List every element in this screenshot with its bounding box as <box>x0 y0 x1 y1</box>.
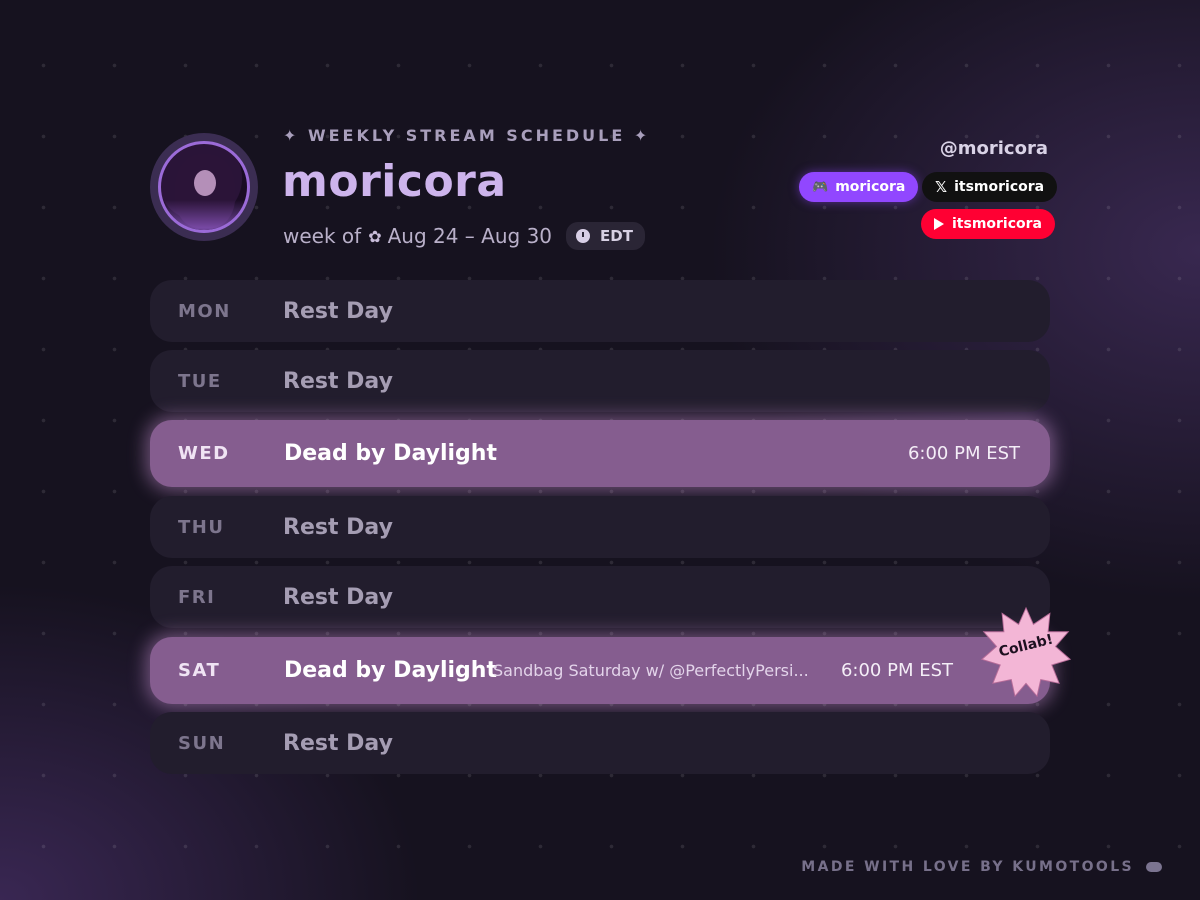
schedule-row-sat: SAT Dead by Daylight Sandbag Saturday w/… <box>150 637 1050 704</box>
day-label: THU <box>178 516 225 538</box>
week-info: week of ✿ Aug 24 – Aug 30 EDT <box>283 222 645 250</box>
stream-time: 6:00 PM EST <box>840 660 953 681</box>
youtube-link[interactable]: itsmoricora <box>921 209 1056 239</box>
day-label: SUN <box>178 732 226 754</box>
cloud-icon <box>1146 862 1162 872</box>
twitch-username: moricora <box>835 179 906 195</box>
youtube-play-icon <box>934 218 944 230</box>
schedule-row-wed: WED Dead by Daylight 6:00 PM EST <box>150 420 1050 487</box>
avatar <box>158 141 250 233</box>
clock-icon <box>576 229 591 243</box>
stream-note: Sandbag Saturday w/ @PerfectlyPersi... <box>493 661 809 680</box>
day-label: TUE <box>178 370 222 392</box>
week-prefix: week of <box>283 224 362 248</box>
day-label: WED <box>178 443 230 464</box>
avatar-ring <box>150 133 258 241</box>
x-link[interactable]: 𝕏 itsmoricora <box>922 172 1058 202</box>
schedule-row-fri: FRI Rest Day <box>150 566 1050 628</box>
stream-title: Rest Day <box>283 514 393 540</box>
stream-title: Dead by Daylight <box>284 658 497 683</box>
timezone-badge: EDT <box>566 222 645 250</box>
x-username: itsmoricora <box>954 179 1045 195</box>
day-label: FRI <box>178 586 216 608</box>
twitch-icon: 🎮 <box>812 179 829 195</box>
x-icon: 𝕏 <box>935 178 948 196</box>
youtube-username: itsmoricora <box>952 216 1043 232</box>
footer-credit: MADE WITH LOVE BY KUMOTOOLS <box>801 859 1134 875</box>
stream-title: Rest Day <box>283 584 393 610</box>
schedule-row-thu: THU Rest Day <box>150 496 1050 558</box>
timezone-label: EDT <box>600 227 633 245</box>
schedule-subtitle: ✦ WEEKLY STREAM SCHEDULE ✦ <box>283 126 651 145</box>
schedule-row-sun: SUN Rest Day <box>150 712 1050 774</box>
social-handle: @moricora <box>939 138 1048 159</box>
week-range: Aug 24 – Aug 30 <box>387 224 553 248</box>
day-label: MON <box>178 300 231 322</box>
stream-title: Rest Day <box>283 298 393 324</box>
stream-title: Rest Day <box>283 730 393 756</box>
schedule-row-tue: TUE Rest Day <box>150 350 1050 412</box>
stream-title: Dead by Daylight <box>284 441 497 466</box>
day-label: SAT <box>178 660 221 681</box>
schedule-row-mon: MON Rest Day <box>150 280 1050 342</box>
twitch-link[interactable]: 🎮 moricora <box>799 172 919 202</box>
stream-title: Rest Day <box>283 368 393 394</box>
stream-time: 6:00 PM EST <box>907 443 1020 464</box>
streamer-name: moricora <box>282 156 507 207</box>
flower-icon: ✿ <box>368 226 382 246</box>
